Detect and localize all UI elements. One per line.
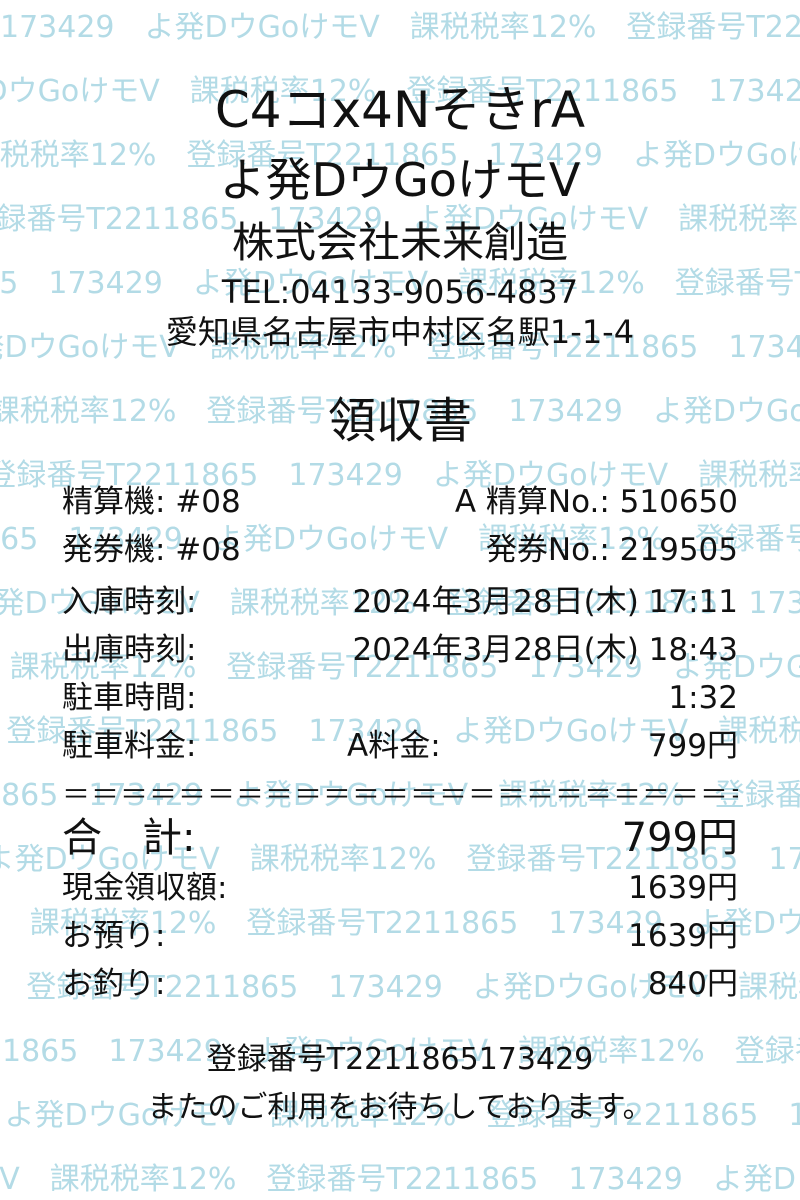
- total-label: 合 計:: [62, 815, 196, 861]
- parking-fee-value: 799円: [647, 728, 738, 764]
- cash-received-label: 現金領収額:: [62, 870, 228, 906]
- store-name: C4コx4NそきrA: [214, 81, 586, 139]
- parking-fee-label: 駐車料金:: [62, 728, 197, 764]
- exit-time-row: 出庫時刻: 2024年3月28日(木) 18:43: [62, 626, 738, 674]
- deposit-row: お預り: 1639円: [62, 912, 738, 960]
- entry-time-value: 2024年3月28日(木) 17:11: [352, 584, 738, 620]
- cash-received-row: 現金領収額: 1639円: [62, 864, 738, 912]
- company-name: 株式会社未来創造: [231, 218, 568, 267]
- store-phone: TEL:04133-9056-4837: [221, 273, 579, 311]
- settle-number: A 精算No.: 510650: [454, 484, 738, 520]
- ticket-number: 発券No.: 219505: [485, 532, 738, 568]
- document-title: 領収書: [327, 393, 472, 449]
- total-row: 合 計: 799円: [62, 812, 738, 864]
- registration-number: 登録番号T2211865173429: [206, 1042, 594, 1077]
- total-value: 799円: [621, 815, 738, 861]
- store-address: 愛知県名古屋市中村区名駅1-1-4: [165, 313, 635, 351]
- fee-type: A料金:: [347, 728, 441, 764]
- settle-machine-row: 精算機: #08 A 精算No.: 510650: [62, 478, 738, 526]
- receipt: C4コx4NそきrA よ発DウGoけモV 株式会社未来創造 TEL:04133-…: [0, 0, 800, 1200]
- settle-machine-label: 精算機: #08: [62, 484, 241, 520]
- duration-value: 1:32: [668, 680, 738, 716]
- ticket-machine-label: 発券機: #08: [62, 532, 241, 568]
- change-value: 840円: [647, 966, 738, 1002]
- store-sub-name: よ発DウGoけモV: [219, 153, 581, 207]
- deposit-label: お預り:: [62, 918, 166, 954]
- change-label: お釣り:: [62, 966, 166, 1002]
- divider-line: ＝＝＝＝＝＝＝＝＝＝＝＝＝＝＝＝＝＝＝＝＝＝＝＝＝＝＝＝＝: [62, 780, 738, 810]
- change-row: お釣り: 840円: [62, 960, 738, 1008]
- parking-fee-row: 駐車料金: A料金: 799円: [62, 722, 738, 770]
- entry-time-label: 入庫時刻:: [62, 584, 197, 620]
- entry-time-row: 入庫時刻: 2024年3月28日(木) 17:11: [62, 578, 738, 626]
- ticket-machine-row: 発券機: #08 発券No.: 219505: [62, 526, 738, 574]
- deposit-value: 1639円: [628, 918, 738, 954]
- exit-time-value: 2024年3月28日(木) 18:43: [352, 632, 738, 668]
- cash-received-value: 1639円: [628, 870, 738, 906]
- exit-time-label: 出庫時刻:: [62, 632, 197, 668]
- duration-row: 駐車時間: 1:32: [62, 674, 738, 722]
- duration-label: 駐車時間:: [62, 680, 197, 716]
- thank-you-message: またのご利用をお待ちしております。: [147, 1090, 653, 1125]
